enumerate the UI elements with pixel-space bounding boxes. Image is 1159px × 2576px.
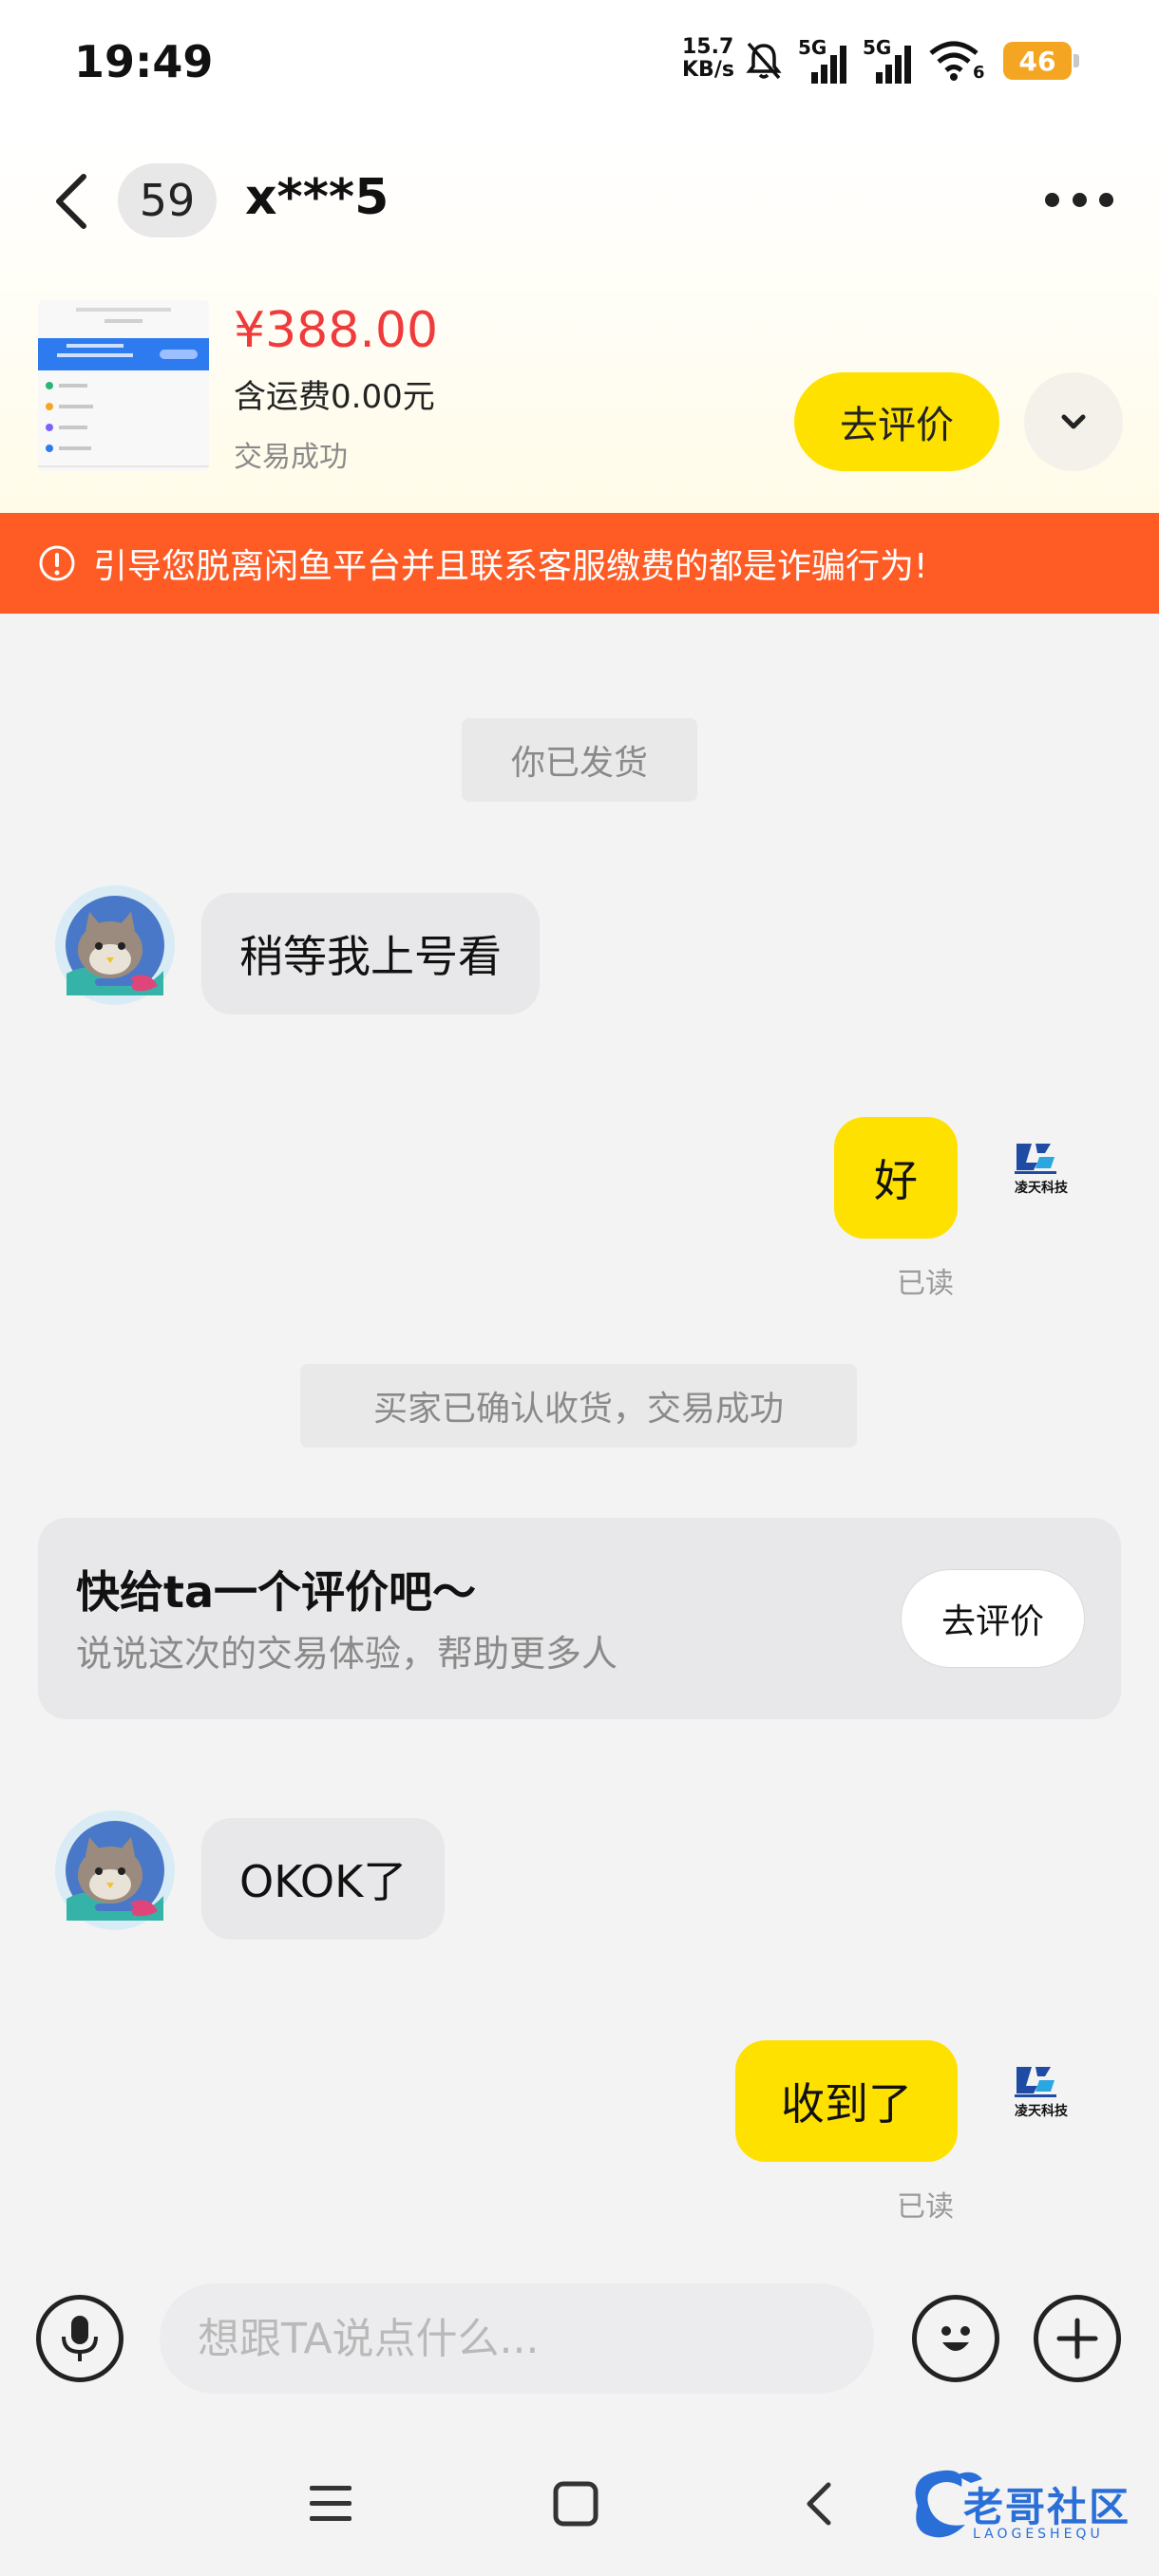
more-dot-icon bbox=[1099, 192, 1113, 207]
status-time: 19:49 bbox=[74, 36, 214, 87]
my-avatar-text: 凌天科技 bbox=[1015, 2104, 1068, 2119]
peer-name: x***5 bbox=[245, 169, 390, 226]
warning-text: 引导您脱离闲鱼平台并且联系客服缴费的都是诈骗行为! bbox=[93, 547, 928, 586]
chevron-left-icon bbox=[807, 2482, 831, 2526]
voice-button[interactable] bbox=[36, 2295, 124, 2382]
status-icons: 5G 5G 6 46 bbox=[743, 34, 1079, 87]
expand-button[interactable] bbox=[1024, 372, 1123, 471]
chevron-left-icon bbox=[56, 174, 86, 229]
system-tip-confirmed: 买家已确认收货，交易成功 bbox=[300, 1364, 857, 1448]
nav-home-button[interactable] bbox=[542, 2470, 610, 2538]
battery-icon: 46 bbox=[1003, 42, 1079, 80]
bell-off-icon bbox=[746, 42, 782, 80]
net-speed-value: 15.7 bbox=[682, 35, 734, 59]
back-button[interactable] bbox=[46, 171, 103, 232]
product-thumbnail[interactable] bbox=[38, 300, 209, 471]
nav-menu-button[interactable] bbox=[296, 2470, 365, 2538]
chat-bubble-sent: 收到了 bbox=[735, 2040, 958, 2162]
menu-icon bbox=[310, 2486, 352, 2521]
review-card-title: 快给ta一个评价吧～ bbox=[76, 1566, 477, 1618]
review-card-subtitle: 说说这次的交易体验，帮助更多人 bbox=[76, 1633, 618, 1675]
product-shipping: 含运费0.00元 bbox=[234, 378, 435, 416]
product-price: ¥388.00 bbox=[234, 302, 439, 359]
signal-icon: 5G bbox=[798, 36, 849, 85]
unread-count-badge[interactable]: 59 bbox=[118, 163, 217, 237]
my-avatar[interactable]: 凌天科技 bbox=[988, 2059, 1102, 2128]
status-bar: 19:49 15.7 KB/s 5G 5G 6 46 bbox=[0, 0, 1159, 133]
review-button[interactable]: 去评价 bbox=[794, 372, 999, 471]
review-prompt-card: 快给ta一个评价吧～ 说说这次的交易体验，帮助更多人 去评价 bbox=[38, 1518, 1121, 1719]
chevron-down-icon bbox=[1061, 414, 1086, 429]
my-avatar-text: 凌天科技 bbox=[1015, 1181, 1068, 1196]
more-dot-icon bbox=[1072, 192, 1087, 207]
plus-icon bbox=[1056, 2318, 1098, 2359]
net-speed-unit: KB/s bbox=[682, 58, 734, 82]
chat-bubble-received: OKOK了 bbox=[201, 1818, 446, 1940]
order-status: 交易成功 bbox=[234, 441, 348, 474]
signal-icon: 5G bbox=[863, 36, 914, 85]
message-input[interactable] bbox=[160, 2283, 874, 2394]
peer-avatar[interactable] bbox=[53, 883, 177, 1007]
warning-icon bbox=[39, 545, 75, 581]
wifi-icon: 6 bbox=[927, 36, 985, 85]
watermark-text: 老哥社区 bbox=[963, 2484, 1131, 2530]
my-avatar[interactable]: 凌天科技 bbox=[988, 1136, 1102, 1204]
review-card-button[interactable]: 去评价 bbox=[901, 1569, 1085, 1668]
add-button[interactable] bbox=[1034, 2295, 1121, 2382]
watermark-subtext: LAOGESHEQU bbox=[973, 2527, 1104, 2542]
chat-bubble-sent: 好 bbox=[834, 1117, 958, 1239]
microphone-icon bbox=[62, 2316, 98, 2361]
fraud-warning-banner: 引导您脱离闲鱼平台并且联系客服缴费的都是诈骗行为! bbox=[0, 513, 1159, 614]
read-receipt: 已读 bbox=[897, 2190, 954, 2224]
system-tip-shipped: 你已发货 bbox=[462, 718, 697, 802]
emoji-icon bbox=[941, 2326, 970, 2351]
chat-bubble-received: 稍等我上号看 bbox=[201, 893, 540, 1014]
peer-avatar[interactable] bbox=[53, 1809, 177, 1932]
square-icon bbox=[553, 2481, 598, 2527]
net-speed: 15.7 KB/s bbox=[682, 36, 743, 82]
emoji-button[interactable] bbox=[912, 2295, 999, 2382]
read-receipt: 已读 bbox=[897, 1267, 954, 1300]
nav-back-button[interactable] bbox=[785, 2470, 853, 2538]
more-dot-icon bbox=[1045, 192, 1059, 207]
more-options-button[interactable] bbox=[1045, 186, 1113, 213]
